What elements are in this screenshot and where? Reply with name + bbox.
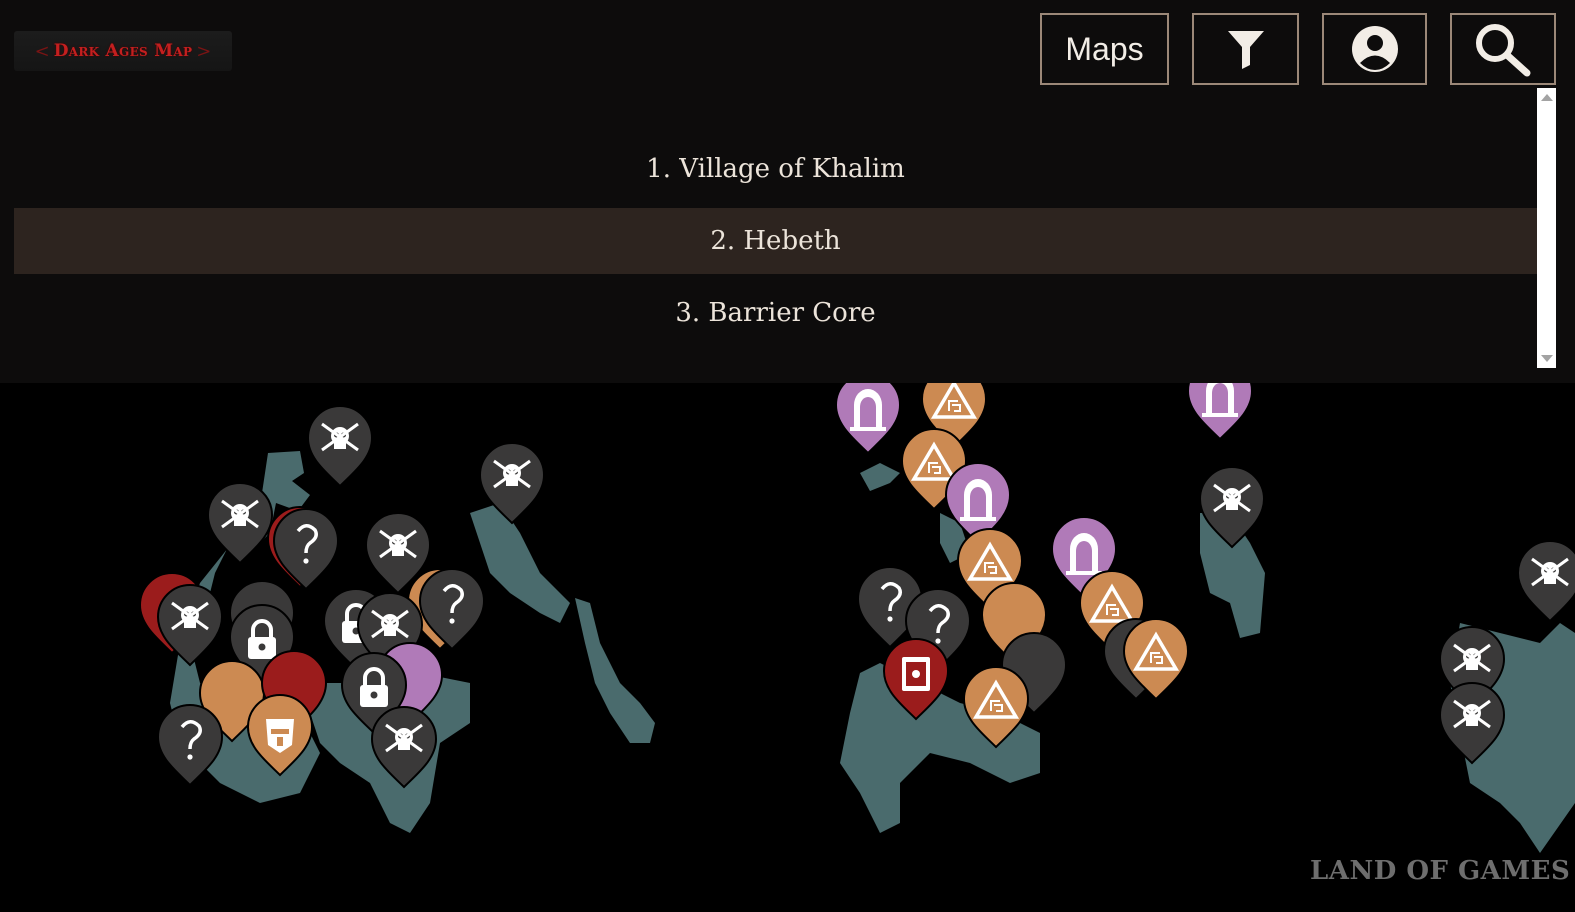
game-map[interactable] [0, 383, 1575, 912]
map-canvas[interactable] [0, 383, 1575, 912]
marker-enemy[interactable] [1517, 540, 1575, 622]
top-bar: < Dark Ages Map > Maps 1. Village of Kha… [0, 0, 1575, 383]
marker-enemy[interactable] [207, 482, 273, 564]
filter-button[interactable] [1192, 13, 1299, 85]
filter-icon [1227, 31, 1264, 69]
scroll-down-arrow-icon[interactable] [1541, 355, 1553, 362]
search-button[interactable] [1450, 13, 1556, 85]
marker-shrine[interactable] [1187, 383, 1253, 440]
site-logo[interactable]: < Dark Ages Map > [14, 31, 232, 71]
search-icon [1476, 24, 1531, 77]
user-account-icon [1351, 26, 1398, 72]
marker-secret[interactable] [273, 508, 339, 590]
scroll-up-arrow-icon[interactable] [1541, 94, 1553, 101]
watermark: LAND OF GAMES [1310, 856, 1571, 886]
account-button[interactable] [1322, 13, 1427, 85]
map-option-hebeth[interactable]: 2. Hebeth [14, 208, 1537, 274]
marker-enemy[interactable] [157, 584, 223, 666]
maps-dropdown-list: 1. Village of Khalim 2. Hebeth 3. Barrie… [14, 92, 1537, 368]
map-option-village-of-khalim[interactable]: 1. Village of Khalim [14, 136, 1537, 202]
maps-button[interactable]: Maps [1040, 13, 1169, 85]
logo-left-arrow-icon: < [34, 40, 50, 62]
map-option-barrier-core[interactable]: 3. Barrier Core [14, 280, 1537, 346]
marker-shrine[interactable] [835, 383, 901, 454]
logo-text: Dark Ages Map [53, 41, 193, 61]
dropdown-scrollbar[interactable] [1537, 88, 1556, 368]
marker-enemy[interactable] [307, 405, 373, 487]
logo-right-arrow-icon: > [196, 40, 212, 62]
